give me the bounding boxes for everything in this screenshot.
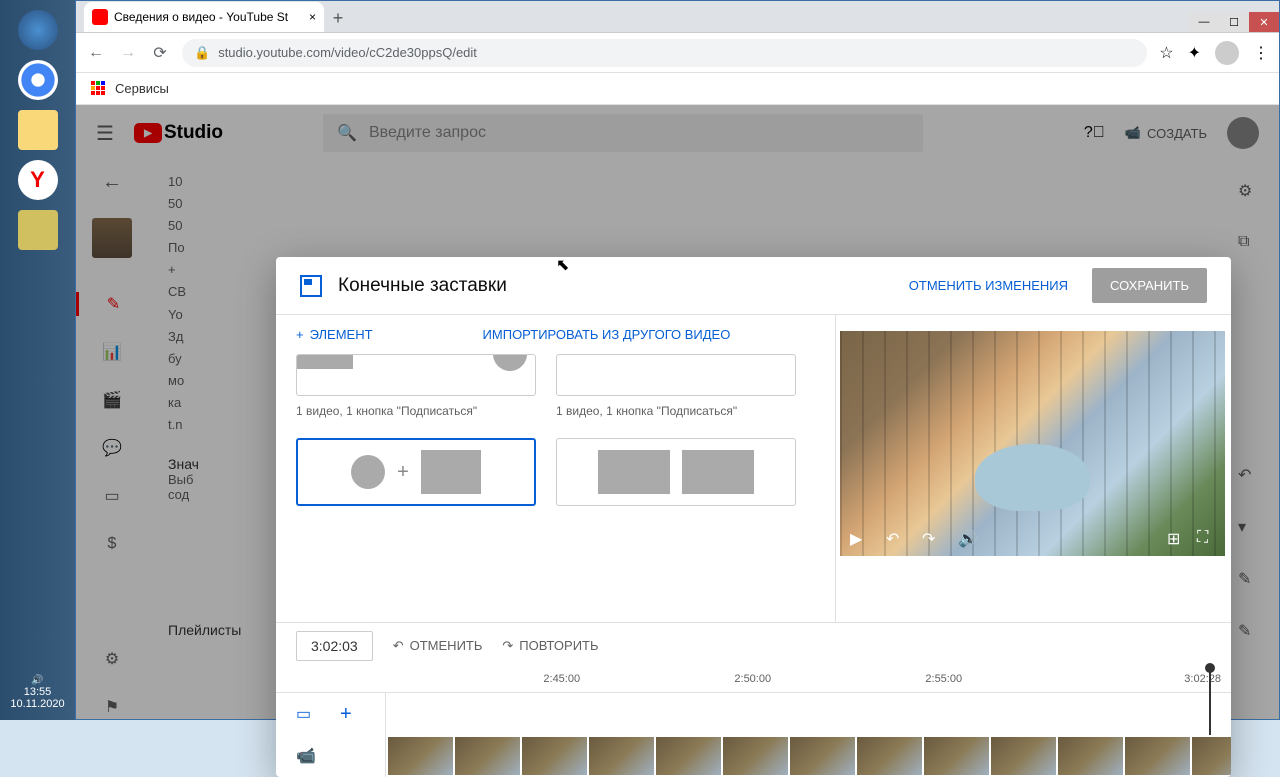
video-preview[interactable]: ▶ ↶ ↷ 🔊 ⊞ ⛶: [840, 331, 1225, 556]
timeline-thumb: [1125, 737, 1190, 775]
template-option-3[interactable]: +: [296, 438, 536, 506]
new-tab-button[interactable]: +: [324, 4, 352, 32]
youtube-studio: ☰ ▶ Studio 🔍 Введите запрос ?⃝ 📹 СОЗДАТЬ…: [76, 105, 1279, 719]
template-option-4[interactable]: [556, 438, 796, 506]
back-button[interactable]: ←: [86, 43, 106, 63]
rewind-icon[interactable]: ↶: [886, 529, 904, 547]
tab-title: Сведения о видео - YouTube St: [114, 10, 288, 24]
redo-icon: ↷: [502, 638, 513, 654]
windows-taskbar: Y 🔊 13:55 10.11.2020: [0, 0, 75, 720]
preview-controls: ▶ ↶ ↷ 🔊 ⊞ ⛶: [840, 520, 1225, 556]
window-close-button[interactable]: ✕: [1249, 12, 1279, 32]
yandex-taskbar-icon[interactable]: Y: [18, 160, 58, 200]
tray-sound-icon[interactable]: 🔊: [10, 675, 64, 686]
volume-icon[interactable]: 🔊: [958, 529, 976, 547]
endscreen-track-icon: ▭: [296, 704, 316, 724]
video-track-head: 📹: [276, 735, 386, 777]
endscreen-modal: Конечные заставки ОТМЕНИТЬ ИЗМЕНЕНИЯ СОХ…: [276, 257, 1231, 777]
playhead[interactable]: [1209, 668, 1211, 735]
clock-date: 10.11.2020: [10, 698, 64, 710]
window-minimize-button[interactable]: —: [1189, 12, 1219, 32]
windows-start-button[interactable]: [18, 10, 58, 50]
modal-header: Конечные заставки ОТМЕНИТЬ ИЗМЕНЕНИЯ СОХ…: [276, 257, 1231, 315]
templates-panel: + ЭЛЕМЕНТ ИМПОРТИРОВАТЬ ИЗ ДРУГОГО ВИДЕО…: [276, 315, 836, 622]
template-option-2[interactable]: [556, 354, 796, 396]
browser-toolbar: ← → ⟳ 🔒 studio.youtube.com/video/cC2de30…: [76, 33, 1279, 73]
explorer-taskbar-icon[interactable]: [18, 110, 58, 150]
url-text: studio.youtube.com/video/cC2de30ppsQ/edi…: [218, 45, 477, 60]
address-bar[interactable]: 🔒 studio.youtube.com/video/cC2de30ppsQ/e…: [182, 39, 1147, 67]
timeline-thumb: [656, 737, 721, 775]
timeline-thumb: [522, 737, 587, 775]
timeline-thumb: [388, 737, 453, 775]
bookmarks-services-label[interactable]: Сервисы: [115, 81, 169, 96]
forward-button[interactable]: →: [118, 43, 138, 63]
youtube-favicon-icon: [92, 9, 108, 25]
bookmark-star-icon[interactable]: ☆: [1159, 43, 1173, 63]
clock-time[interactable]: 13:55: [10, 686, 64, 698]
timeline-thumb: [723, 737, 788, 775]
time-input[interactable]: 3:02:03: [296, 631, 373, 661]
timeline-thumb: [455, 737, 520, 775]
timeline-thumb: [1192, 737, 1231, 775]
import-from-video-button[interactable]: ИМПОРТИРОВАТЬ ИЗ ДРУГОГО ВИДЕО: [483, 327, 731, 342]
ruler-mark: 2:50:00: [734, 673, 771, 685]
fullscreen-icon[interactable]: ⛶: [1197, 529, 1215, 547]
app-taskbar-icon[interactable]: [18, 210, 58, 250]
endscreen-track[interactable]: [386, 693, 1231, 735]
browser-menu-icon[interactable]: ⋮: [1253, 43, 1269, 63]
timeline-thumb: [790, 737, 855, 775]
redo-button[interactable]: ↷ ПОВТОРИТЬ: [502, 638, 598, 654]
grid-icon[interactable]: ⊞: [1167, 529, 1185, 547]
lock-icon: 🔒: [194, 45, 210, 61]
apps-grid-icon[interactable]: [91, 81, 107, 97]
template-1-label: 1 видео, 1 кнопка "Подписаться": [296, 404, 536, 418]
endscreen-icon: [300, 275, 322, 297]
profile-avatar[interactable]: [1215, 41, 1239, 65]
timeline: 3:02:03 ↶ ОТМЕНИТЬ ↷ ПОВТОРИТЬ 2:45:00 2…: [276, 622, 1231, 777]
timeline-thumb: [589, 737, 654, 775]
template-option-1[interactable]: [296, 354, 536, 396]
play-icon[interactable]: ▶: [850, 529, 868, 547]
template-2-label: 1 видео, 1 кнопка "Подписаться": [556, 404, 796, 418]
preview-panel: ▶ ↶ ↷ 🔊 ⊞ ⛶: [836, 315, 1231, 622]
add-element-button[interactable]: + ЭЛЕМЕНТ: [296, 327, 373, 342]
timeline-thumb: [1058, 737, 1123, 775]
chrome-taskbar-icon[interactable]: [18, 60, 58, 100]
add-track-icon[interactable]: +: [340, 703, 352, 726]
system-tray: 🔊 13:55 10.11.2020: [10, 675, 64, 720]
timeline-ruler[interactable]: 2:45:00 2:50:00 2:55:00 3:02:28: [276, 668, 1231, 693]
timeline-thumb: [857, 737, 922, 775]
bookmarks-bar: Сервисы: [76, 73, 1279, 105]
reload-button[interactable]: ⟳: [150, 43, 170, 63]
video-track-icon: 📹: [296, 746, 316, 766]
browser-tab[interactable]: Сведения о видео - YouTube St ×: [84, 2, 324, 32]
plus-icon: +: [296, 327, 304, 342]
modal-title: Конечные заставки: [338, 275, 507, 297]
timeline-thumb: [991, 737, 1056, 775]
save-button[interactable]: СОХРАНИТЬ: [1092, 268, 1207, 303]
ruler-mark: 2:45:00: [543, 673, 580, 685]
browser-window: Сведения о видео - YouTube St × + — ☐ ✕ …: [75, 0, 1280, 720]
tab-close-icon[interactable]: ×: [309, 10, 316, 24]
timeline-thumb: [924, 737, 989, 775]
undo-icon: ↶: [393, 638, 404, 654]
template-plus-icon: +: [397, 461, 409, 484]
window-maximize-button[interactable]: ☐: [1219, 12, 1249, 32]
endscreen-track-head: ▭ +: [276, 693, 386, 735]
browser-titlebar: Сведения о видео - YouTube St × + — ☐ ✕: [76, 1, 1279, 33]
ruler-mark: 2:55:00: [925, 673, 962, 685]
undo-button[interactable]: ↶ ОТМЕНИТЬ: [393, 638, 483, 654]
extensions-icon[interactable]: ✦: [1188, 43, 1201, 63]
forward-icon[interactable]: ↷: [922, 529, 940, 547]
cancel-changes-button[interactable]: ОТМЕНИТЬ ИЗМЕНЕНИЯ: [897, 270, 1080, 301]
ruler-mark: 3:02:28: [1184, 673, 1221, 685]
video-track[interactable]: [386, 735, 1231, 777]
